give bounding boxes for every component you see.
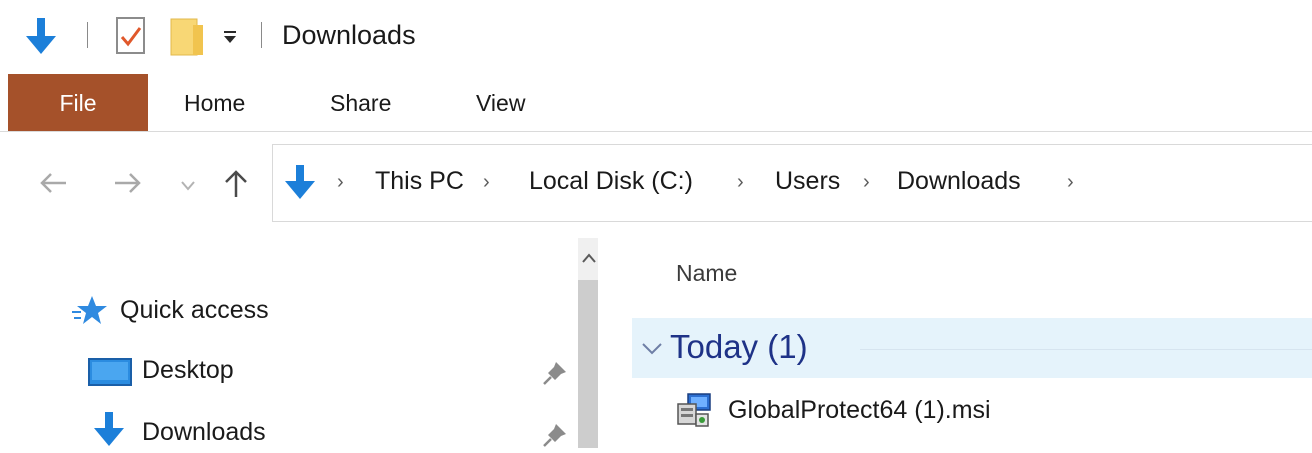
desktop-icon [88, 358, 132, 393]
back-icon[interactable] [38, 172, 68, 199]
window-title: Downloads [282, 20, 416, 50]
chevron-down-icon[interactable] [642, 342, 662, 360]
address-bar[interactable]: › This PC › Local Disk (C:) › Users › Do… [272, 144, 1312, 222]
recent-dropdown-icon[interactable] [181, 178, 195, 196]
msi-installer-icon [674, 392, 714, 433]
nav-item-quick-access[interactable]: Quick access [72, 290, 492, 330]
downloads-location-icon [283, 163, 317, 206]
nav-item-label: Downloads [142, 418, 266, 446]
breadcrumb-chevron-icon[interactable]: › [737, 171, 744, 194]
customize-dropdown-icon[interactable] [222, 30, 238, 49]
file-name: GlobalProtect64 (1).msi [728, 396, 991, 424]
up-icon[interactable] [224, 168, 248, 203]
breadcrumb-users[interactable]: Users [775, 167, 840, 196]
scrollbar-thumb[interactable] [578, 280, 598, 448]
file-list: Name Today (1) GlobalProtect64 (1).msi [598, 238, 1312, 448]
tab-view[interactable]: View [476, 90, 525, 117]
nav-pane-scrollbar[interactable] [578, 238, 598, 448]
column-header-name[interactable]: Name [676, 260, 737, 287]
tab-file[interactable]: File [8, 74, 148, 132]
breadcrumb-downloads[interactable]: Downloads [897, 167, 1021, 196]
group-divider [860, 349, 1312, 350]
nav-item-label: Desktop [142, 356, 234, 384]
tab-share[interactable]: Share [330, 90, 391, 117]
toolbar-separator [261, 22, 262, 48]
navigation-pane: Quick access Desktop Downloads [0, 238, 598, 448]
properties-icon[interactable] [116, 17, 146, 60]
nav-item-downloads[interactable]: Downloads [84, 408, 584, 448]
tab-file-label: File [59, 89, 97, 116]
breadcrumb-this-pc[interactable]: This PC [375, 167, 464, 196]
ribbon-tabs: File Home Share View [0, 72, 1312, 132]
navigation-bar: › This PC › Local Disk (C:) › Users › Do… [0, 132, 1312, 230]
breadcrumb-chevron-icon[interactable]: › [863, 171, 870, 194]
pin-icon[interactable] [542, 422, 568, 453]
new-folder-icon[interactable] [169, 15, 205, 62]
breadcrumb-chevron-icon[interactable]: › [483, 171, 490, 194]
breadcrumb-chevron-icon[interactable]: › [337, 171, 344, 194]
toolbar-separator [87, 22, 88, 48]
tab-home[interactable]: Home [184, 90, 245, 117]
group-label: Today (1) [670, 328, 808, 365]
breadcrumb-chevron-icon[interactable]: › [1067, 171, 1074, 194]
star-icon [72, 294, 110, 331]
pin-icon[interactable] [542, 360, 568, 391]
file-row[interactable]: GlobalProtect64 (1).msi [632, 384, 1312, 434]
scroll-up-icon[interactable] [582, 250, 596, 268]
download-arrow-icon [92, 410, 126, 453]
forward-icon[interactable] [113, 172, 143, 199]
download-arrow-icon[interactable] [24, 16, 58, 61]
quick-access-toolbar: Downloads [0, 0, 1312, 72]
nav-item-desktop[interactable]: Desktop [84, 350, 584, 390]
nav-item-label: Quick access [120, 296, 269, 324]
breadcrumb-local-disk[interactable]: Local Disk (C:) [529, 167, 693, 196]
group-header-today[interactable]: Today (1) [632, 318, 1312, 378]
